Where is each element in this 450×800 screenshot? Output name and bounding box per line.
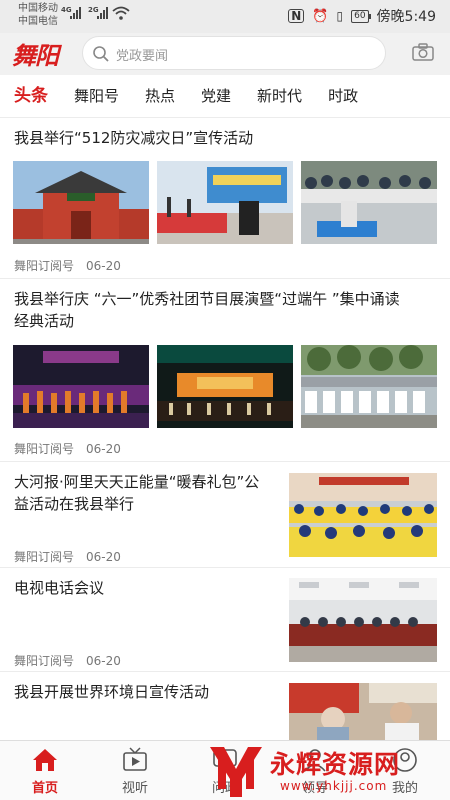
category-tabs: 头条 舞阳号 热点 党建 新时代 时政 [0,75,450,118]
app-logo: 舞阳 [12,41,59,70]
news-meta: 舞阳订阅号 06-20 [14,440,121,457]
news-date: 06-20 [86,654,121,668]
news-source: 舞阳订阅号 [14,550,75,564]
news-image [157,161,293,244]
signal-icon [70,7,84,19]
news-meta: 舞阳订阅号 06-20 [14,652,121,669]
news-date: 06-20 [86,259,121,273]
news-item[interactable]: 大河报·阿里天天正能量“暖春礼包”公 益活动在我县举行 舞阳订阅号 06-20 [0,462,450,568]
battery-icon: 60 [351,9,372,23]
news-image [289,683,437,740]
carrier-1: 中国移动 [18,3,58,14]
search-placeholder: 党政要闻 [116,49,169,64]
news-image [157,345,293,428]
news-meta: 舞阳订阅号 06-20 [14,548,121,565]
app-header: 舞阳 党政要闻 [0,33,450,75]
tab-politics[interactable]: 时政 [328,75,358,117]
tab-new-era[interactable]: 新时代 [257,75,302,117]
search-bar[interactable]: 党政要闻 [82,36,386,70]
nfc-icon: N [288,9,305,23]
news-title-line2: 经典活动 [14,312,75,330]
news-meta: 舞阳订阅号 06-20 [14,257,121,274]
news-title: 我县举行“512防灾减灾日”宣传活动 [14,129,254,147]
tab-hot[interactable]: 热点 [145,75,175,117]
news-image [289,473,437,557]
news-title: 电视电话会议 [14,579,105,597]
vibrate-icon: ▯ [336,9,344,23]
camera-icon[interactable] [412,43,434,61]
tv-icon [123,747,147,771]
news-source: 舞阳订阅号 [14,654,75,668]
news-title-line2: 益活动在我县举行 [14,495,135,513]
news-image [301,345,437,428]
nav-media-label: 视听 [121,781,148,796]
watermark-text: 永辉资源网 [270,750,401,779]
search-icon [93,46,109,62]
status-right: N ⏰ ▯ 60 傍晚5:49 [288,6,436,26]
news-image [13,345,149,428]
watermark-url: www.yhkjjj.com [280,779,388,793]
news-item[interactable]: 我县开展世界环境日宣传活动 [0,672,450,740]
watermark-logo-icon [210,747,262,797]
nav-media[interactable]: 视听 [90,741,180,800]
news-source: 舞阳订阅号 [14,259,75,273]
clock: 傍晚5:49 [376,9,436,25]
news-title-line1: 大河报·阿里天天正能量“暖春礼包”公 [14,473,260,491]
status-bar: 中国移动 中国电信 4G 2G N ⏰ ▯ 60 傍晚5:49 [0,0,450,33]
wifi-icon [112,6,130,20]
news-item[interactable]: 我县举行庆 “六一”优秀社团节目展演暨“过端午 ”集中诵读 经典活动 舞阳订阅号… [0,279,450,462]
news-image [301,161,437,244]
nav-home[interactable]: 首页 [0,741,90,800]
news-title: 我县开展世界环境日宣传活动 [14,683,210,701]
nav-home-label: 首页 [31,781,58,796]
tab-headlines[interactable]: 头条 [14,75,48,117]
news-image [289,578,437,662]
news-source: 舞阳订阅号 [14,442,75,456]
news-image [13,161,149,244]
news-item[interactable]: 我县举行“512防灾减灾日”宣传活动 舞阳订阅号 06-20 [0,118,450,279]
news-item[interactable]: 电视电话会议 舞阳订阅号 06-20 [0,568,450,672]
news-title-line1: 我县举行庆 “六一”优秀社团节目展演暨“过端午 ”集中诵读 [14,290,400,308]
news-date: 06-20 [86,550,121,564]
signal-icon-2 [97,7,111,19]
tab-wuyang-hao[interactable]: 舞阳号 [74,75,119,117]
tab-party[interactable]: 党建 [201,75,231,117]
alarm-icon: ⏰ [312,8,329,24]
home-icon [33,749,57,771]
carrier-2: 中国电信 [18,16,58,27]
news-date: 06-20 [86,442,121,456]
watermark: 永辉资源网 www.yhkjjj.com [200,743,450,800]
news-feed: 我县举行“512防灾减灾日”宣传活动 舞阳订阅号 06-20 我县举行庆 “六一… [0,118,450,740]
